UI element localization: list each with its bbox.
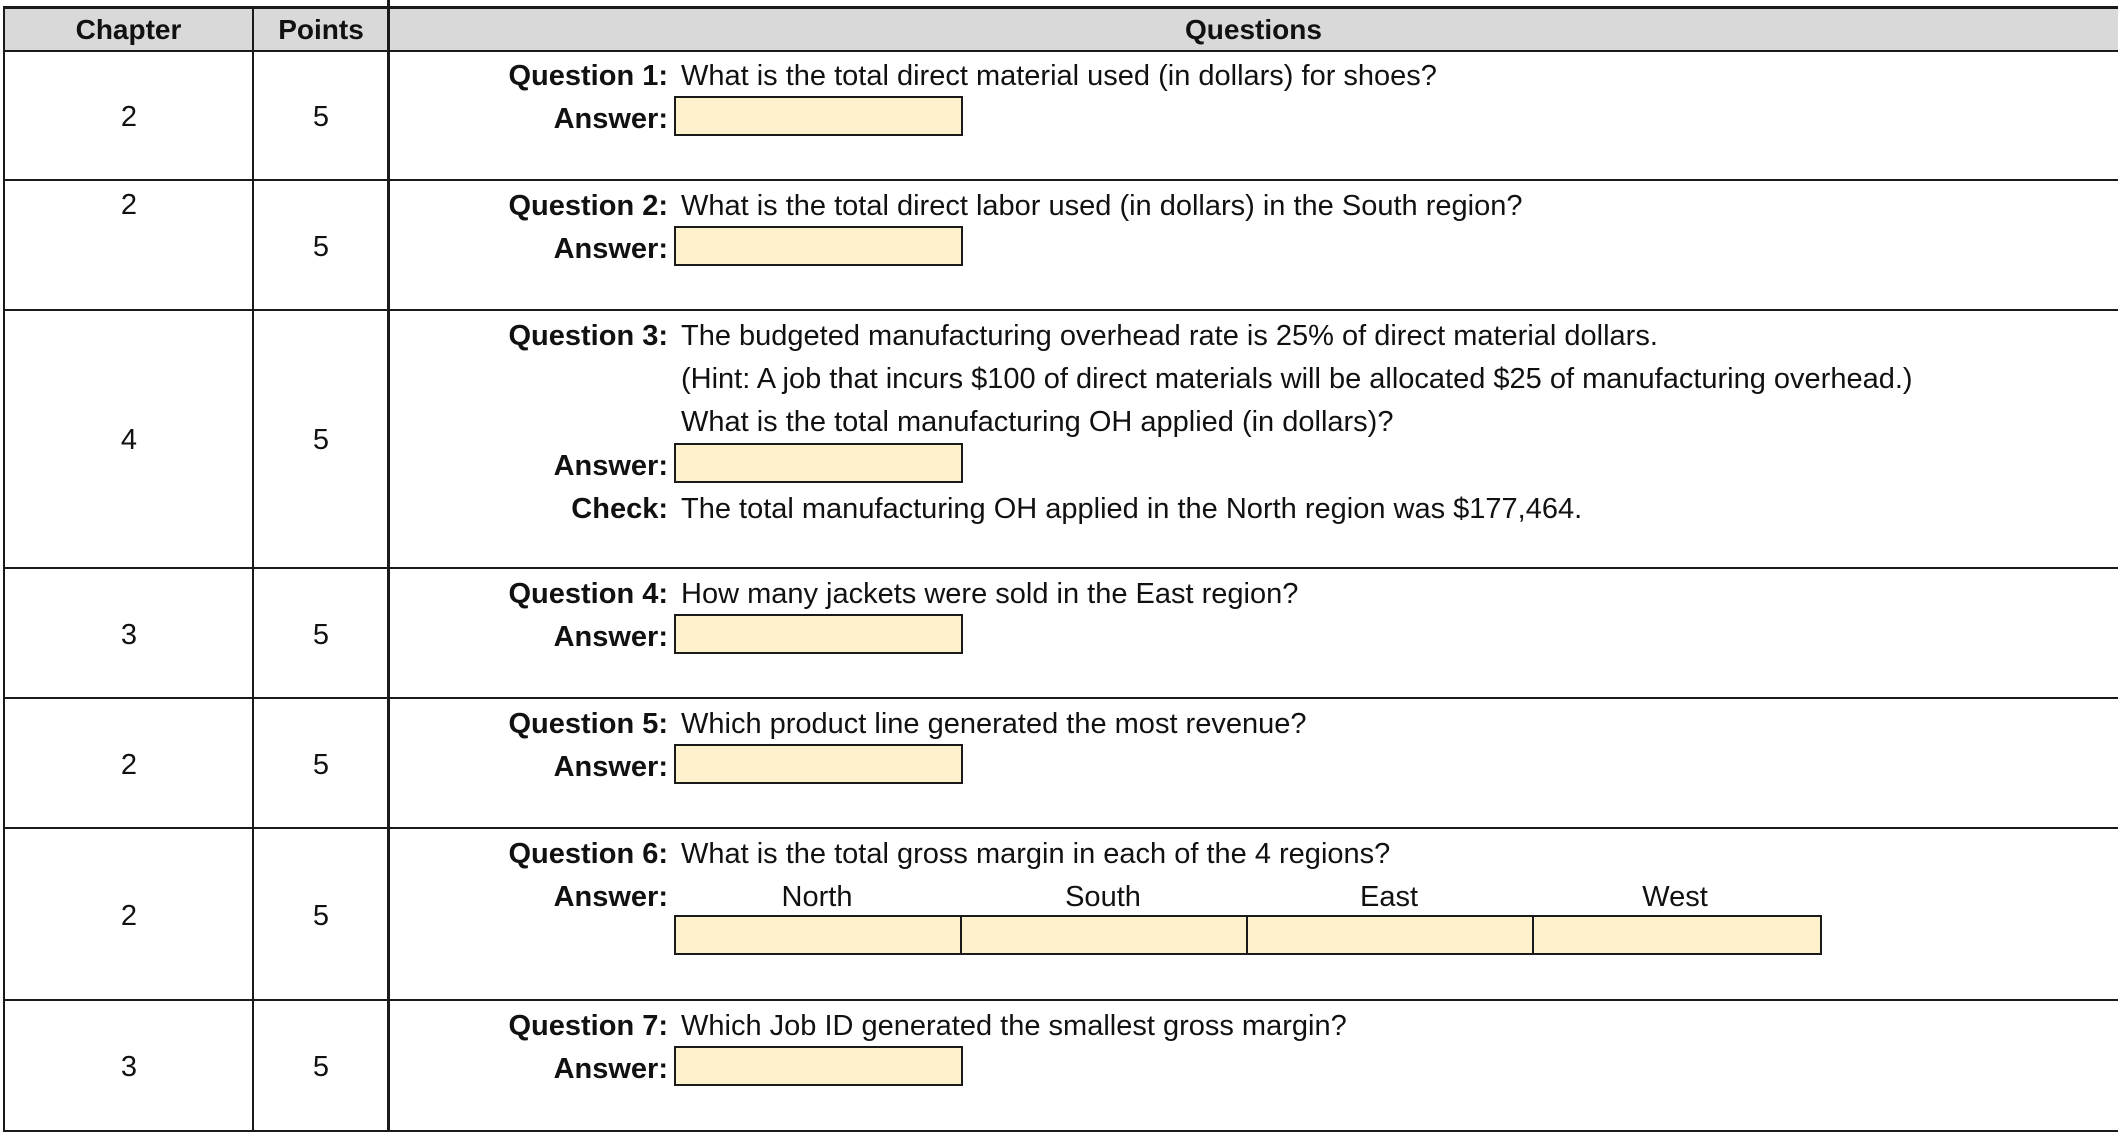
question-label-q1: Question 1: [508, 60, 668, 92]
answer-label-q6: Answer: [553, 881, 668, 913]
answer-label-q4: Answer: [553, 621, 668, 653]
grid-line-top [4, 6, 2118, 9]
region-label-south: South [1065, 881, 1141, 913]
grid-line-row6 [4, 999, 2118, 1001]
question-text-q3-line3: What is the total manufacturing OH appli… [681, 406, 1394, 438]
header-questions: Questions [1185, 14, 1322, 45]
question-label-q3: Question 3: [508, 320, 668, 352]
region-label-north: North [781, 881, 853, 913]
grid-line-bottom [4, 1130, 2118, 1132]
answer-label-q2: Answer: [553, 233, 668, 265]
question-text-q4: How many jackets were sold in the East r… [681, 578, 1299, 610]
grid-line-row2 [4, 309, 2118, 311]
question-text-q2: What is the total direct labor used (in … [681, 190, 1523, 222]
answer-input-q5[interactable] [674, 744, 963, 784]
grid-line-left [3, 6, 5, 1132]
grid-line-points-questions [387, 0, 390, 1132]
question-label-q6: Question 6: [508, 838, 668, 870]
answer-input-q7[interactable] [674, 1046, 963, 1086]
check-text-q3: The total manufacturing OH applied in th… [681, 493, 1583, 525]
region-label-east: East [1359, 881, 1419, 913]
question-label-q2: Question 2: [508, 190, 668, 222]
header-points: Points [278, 14, 364, 45]
grid-line-header-bottom [4, 50, 2118, 52]
header-chapter: Chapter [75, 14, 182, 45]
answer-input-q6-east[interactable] [1246, 915, 1534, 955]
grid-line-row1 [4, 179, 2118, 181]
answer-input-q2[interactable] [674, 226, 963, 266]
question-text-q1: What is the total direct material used (… [681, 60, 1437, 92]
answer-label-q3: Answer: [553, 450, 668, 482]
grid-line-row5 [4, 827, 2118, 829]
answer-label-q5: Answer: [553, 751, 668, 783]
question-label-q5: Question 5: [508, 708, 668, 740]
question-sheet: Chapter Points Questions 2 5 Question 1:… [0, 0, 2118, 1134]
question-label-q7: Question 7: [508, 1010, 668, 1042]
question-text-q6: What is the total gross margin in each o… [681, 838, 1391, 870]
answer-input-q4[interactable] [674, 614, 963, 654]
answer-input-q6-west[interactable] [1532, 915, 1822, 955]
answer-input-q6-south[interactable] [960, 915, 1248, 955]
grid-line-row3 [4, 567, 2118, 569]
answer-input-q1[interactable] [674, 96, 963, 136]
question-text-q3-hint: (Hint: A job that incurs $100 of direct … [681, 363, 1913, 395]
question-text-q7: Which Job ID generated the smallest gros… [681, 1010, 1347, 1042]
answer-label-q7: Answer: [553, 1053, 668, 1085]
question-text-q3-line1: The budgeted manufacturing overhead rate… [681, 320, 1658, 352]
grid-line-chapter-points [252, 6, 254, 1132]
grid-line-row4 [4, 697, 2118, 699]
region-label-west: West [1642, 881, 1708, 913]
answer-input-q3[interactable] [674, 443, 963, 483]
answer-label-q1: Answer: [553, 103, 668, 135]
check-label-q3: Check: [571, 493, 668, 525]
question-label-q4: Question 4: [508, 578, 668, 610]
question-text-q5: Which product line generated the most re… [681, 708, 1307, 740]
answer-input-q6-north[interactable] [674, 915, 962, 955]
